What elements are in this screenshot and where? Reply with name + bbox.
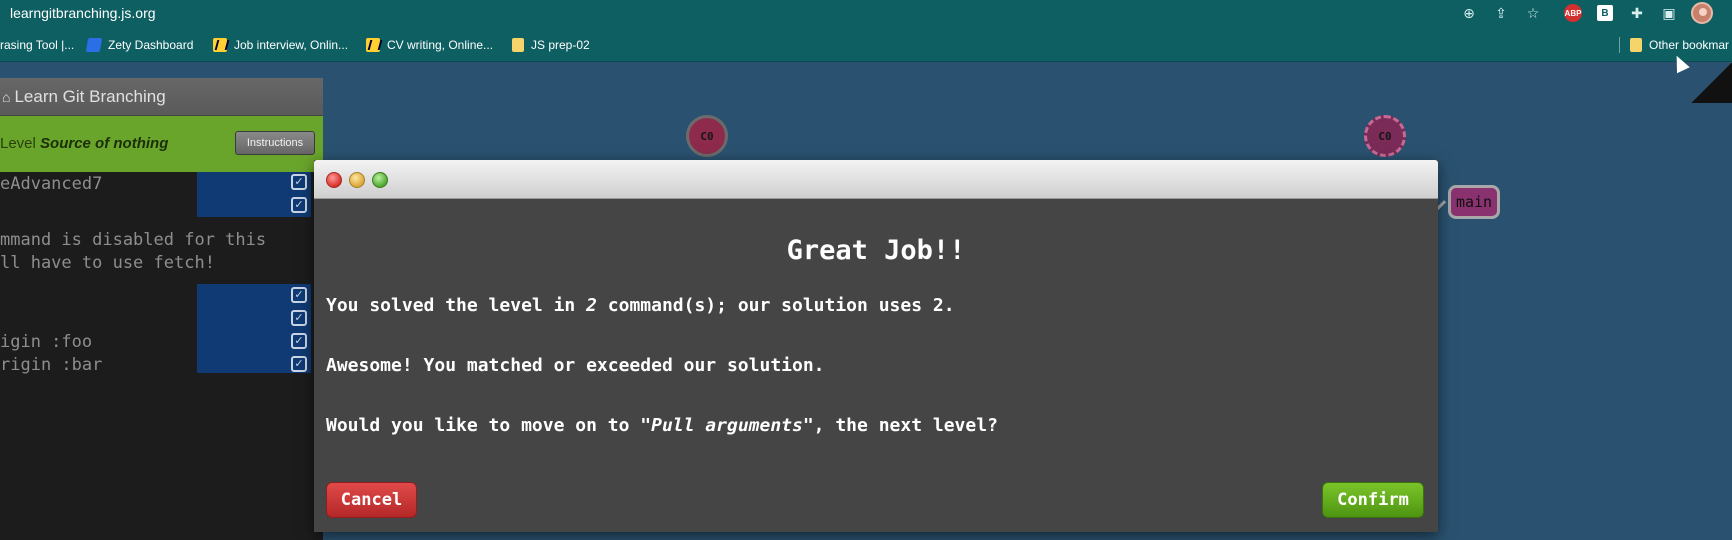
dialog-heading: Great Job!!: [786, 235, 966, 266]
branch-label-main[interactable]: main: [1448, 185, 1500, 219]
checkbox-icon: ✓: [291, 333, 307, 349]
profile-avatar[interactable]: [1691, 2, 1713, 24]
minimize-window-icon[interactable]: [349, 172, 365, 188]
miro-icon: [366, 38, 380, 52]
home-icon[interactable]: ⌂: [2, 89, 10, 105]
miro-icon: [213, 38, 227, 52]
remote-commit-node[interactable]: C0: [1364, 115, 1406, 157]
folder-icon: [512, 38, 524, 52]
next-level-post: , the next level?: [813, 415, 998, 436]
level-name: Source of nothing: [40, 135, 169, 152]
close-window-icon[interactable]: [326, 172, 342, 188]
level-bar: Level Source of nothing Instructions: [0, 116, 323, 172]
solved-message-pre: You solved the level in: [326, 295, 587, 316]
panel-title-bar: ⌂ Learn Git Branching: [0, 78, 323, 116]
bookmark-label: Job interview, Onlin...: [234, 38, 349, 52]
bookmark-label: Zety Dashboard: [108, 38, 194, 52]
terminal-line: rigin :bar: [0, 355, 103, 375]
cancel-button[interactable]: Cancel: [326, 482, 417, 518]
bookmark-label: JS prep-02: [531, 38, 590, 52]
zoom-icon[interactable]: ⊕: [1459, 3, 1479, 23]
instructions-button[interactable]: Instructions: [235, 131, 315, 155]
address-bar: learngitbranching.js.org ⊕ ⇪ ☆ ABP B ✚ ▣: [0, 0, 1732, 27]
next-level-prompt: Would you like to move on to "Pull argum…: [326, 415, 998, 436]
bookmark-label: rasing Tool |...: [0, 38, 75, 52]
puzzle-extensions-icon[interactable]: ✚: [1627, 3, 1647, 23]
corner-ribbon[interactable]: [1690, 63, 1732, 103]
dialog-body: Great Job!! You solved the level in 2 co…: [314, 199, 1438, 532]
next-level-pre: Would you like to move on to: [326, 415, 641, 436]
bookmark-zety[interactable]: Zety Dashboard: [85, 36, 194, 54]
star-icon[interactable]: ☆: [1523, 3, 1543, 23]
checkbox-icon: ✓: [291, 310, 307, 326]
awesome-message: Awesome! You matched or exceeded our sol…: [326, 355, 825, 376]
solved-message-post: command(s); our solution uses 2.: [596, 295, 955, 316]
bookmark-cv-writing[interactable]: CV writing, Online...: [366, 36, 493, 54]
abp-extension-icon[interactable]: ABP: [1564, 4, 1582, 22]
bookmark-item[interactable]: rasing Tool |...: [0, 36, 74, 54]
side-panel-icon[interactable]: ▣: [1659, 3, 1679, 23]
confirm-button[interactable]: Confirm: [1322, 482, 1424, 518]
checkbox-icon: ✓: [291, 174, 307, 190]
b-extension-icon[interactable]: B: [1597, 5, 1613, 21]
bookmark-divider: [1619, 37, 1620, 53]
other-bookmarks-label: Other bookmar: [1649, 38, 1730, 52]
level-indicator[interactable]: Level Source of nothing: [0, 135, 168, 152]
checkbox-icon: ✓: [291, 356, 307, 372]
bookmark-job-interview[interactable]: Job interview, Onlin...: [213, 36, 348, 54]
other-bookmarks[interactable]: Other bookmar: [1630, 36, 1729, 54]
folder-icon: [1630, 38, 1642, 52]
local-commit-node[interactable]: C0: [686, 115, 728, 157]
url-field[interactable]: learngitbranching.js.org: [10, 5, 156, 21]
dialog-titlebar: [314, 160, 1438, 199]
checkbox-icon: ✓: [291, 197, 307, 213]
maximize-window-icon[interactable]: [372, 172, 388, 188]
terminal-line: ll have to use fetch!: [0, 253, 215, 273]
terminal-line: eAdvanced7: [0, 174, 103, 194]
command-panel: ⌂ Learn Git Branching Level Source of no…: [0, 78, 323, 540]
command-count: 2: [586, 295, 597, 316]
bookmark-label: CV writing, Online...: [387, 38, 494, 52]
bookmark-js-prep[interactable]: JS prep-02: [512, 36, 590, 54]
next-level-name: "Pull arguments": [640, 415, 814, 436]
terminal-line: mmand is disabled for this: [0, 230, 267, 250]
checkbox-icon: ✓: [291, 287, 307, 303]
bookmarks-bar: rasing Tool |... Zety Dashboard Job inte…: [0, 27, 1732, 62]
share-icon[interactable]: ⇪: [1491, 3, 1511, 23]
level-prefix: Level: [0, 135, 36, 152]
terminal-line: igin :foo: [0, 332, 93, 352]
level-complete-dialog: Great Job!! You solved the level in 2 co…: [314, 160, 1438, 532]
solved-message: You solved the level in 2 command(s); ou…: [326, 295, 955, 316]
panel-title: Learn Git Branching: [14, 86, 166, 106]
zety-icon: [85, 38, 103, 52]
